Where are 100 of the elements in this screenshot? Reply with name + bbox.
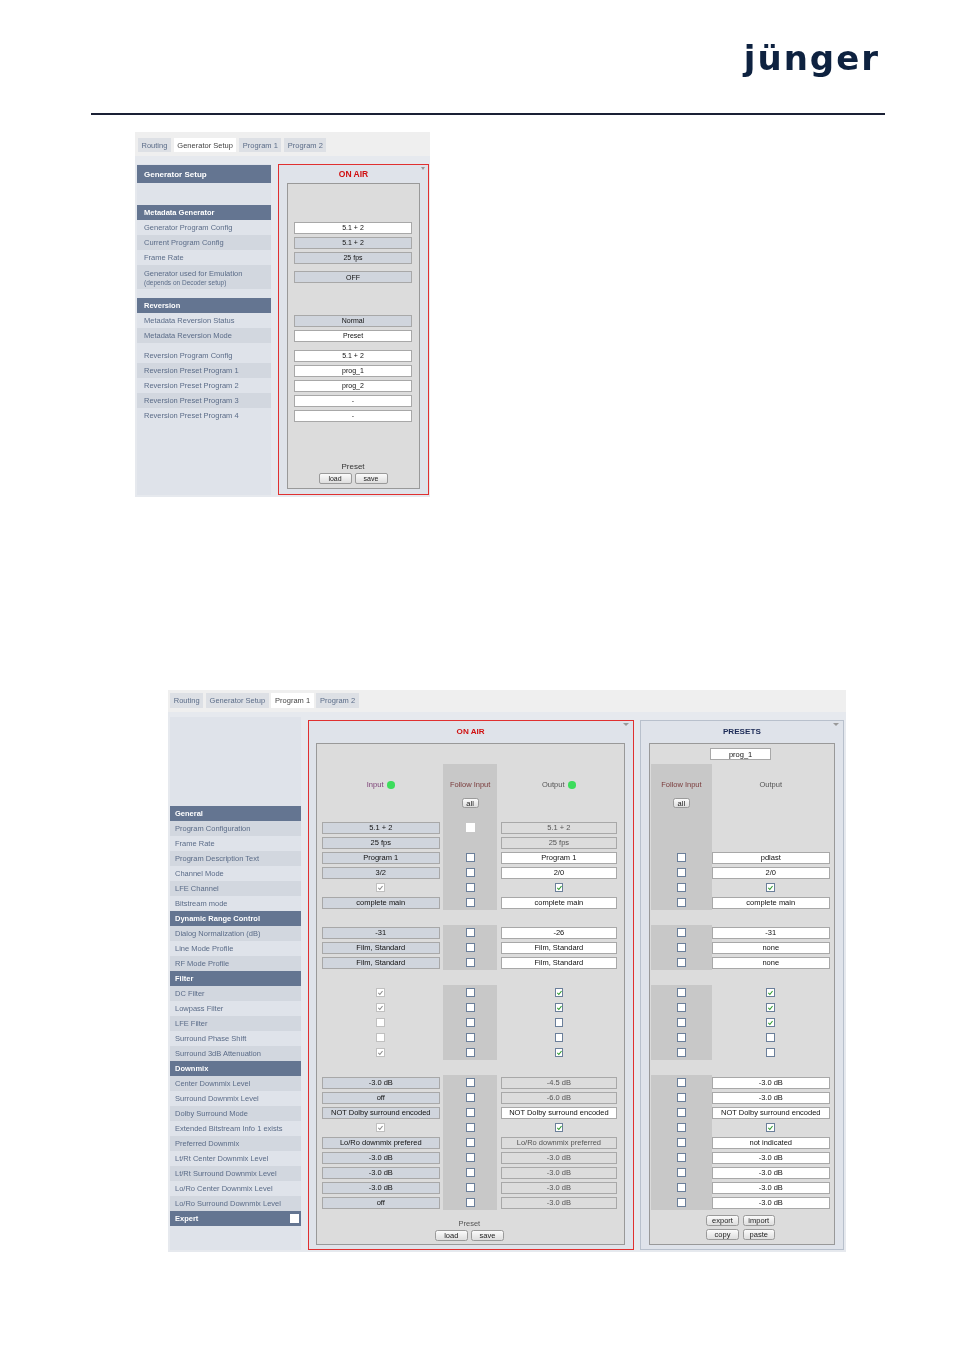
value-field[interactable]: -26: [500, 926, 617, 939]
tab[interactable]: Routing: [170, 693, 204, 709]
checkbox[interactable]: [766, 1048, 776, 1058]
value-field[interactable]: complete main: [712, 896, 830, 909]
value-field[interactable]: -3.0 dB: [712, 1091, 830, 1104]
checkbox[interactable]: [766, 1123, 776, 1133]
checkbox[interactable]: [465, 928, 475, 938]
checkbox[interactable]: [677, 988, 686, 998]
value-field[interactable]: NOT Dolby surround encoded: [712, 1106, 830, 1119]
value-field[interactable]: Lo/Ro downmix prefered: [322, 1136, 440, 1149]
value-field[interactable]: NOT Dolby surround encoded: [500, 1106, 617, 1119]
value-field[interactable]: Film, Standard: [500, 956, 617, 969]
checkbox[interactable]: [677, 1078, 686, 1088]
value-field[interactable]: 25 fps: [322, 836, 440, 849]
checkbox[interactable]: [677, 1018, 686, 1028]
preset-button[interactable]: save: [471, 1230, 504, 1242]
checkbox[interactable]: [465, 1093, 475, 1103]
checkbox[interactable]: [677, 868, 686, 878]
checkbox[interactable]: [677, 1123, 686, 1133]
preset-button[interactable]: copy: [706, 1228, 739, 1240]
checkbox[interactable]: [677, 1108, 686, 1118]
checkbox[interactable]: [465, 853, 475, 863]
checkbox[interactable]: [677, 928, 686, 938]
value-field[interactable]: 5.1 + 2: [500, 821, 617, 834]
value-field[interactable]: 2/0: [500, 866, 617, 879]
preset-button[interactable]: export: [706, 1215, 739, 1227]
checkbox[interactable]: [677, 1153, 686, 1163]
checkbox[interactable]: [465, 1078, 475, 1088]
checkbox[interactable]: [677, 943, 686, 953]
checkbox[interactable]: [465, 958, 475, 968]
value-field[interactable]: -3.0 dB: [500, 1181, 617, 1194]
value-field[interactable]: complete main: [322, 896, 440, 909]
checkbox[interactable]: [554, 883, 564, 893]
preset-button[interactable]: load: [435, 1230, 468, 1242]
value-field[interactable]: -3.0 dB: [500, 1166, 617, 1179]
tab[interactable]: Generator Setup: [205, 693, 269, 709]
value-field[interactable]: -3.0 dB: [500, 1196, 617, 1209]
checkbox[interactable]: [554, 1123, 564, 1133]
checkbox[interactable]: [465, 883, 475, 893]
checkbox[interactable]: [465, 1018, 475, 1028]
checkbox[interactable]: [766, 1033, 776, 1043]
value-field[interactable]: -3.0 dB: [322, 1151, 440, 1164]
checkbox[interactable]: [766, 883, 776, 893]
value-field[interactable]: -31: [712, 926, 830, 939]
value-field[interactable]: -3.0 dB: [500, 1151, 617, 1164]
value-field[interactable]: Film, Standard: [500, 941, 617, 954]
value-field[interactable]: -3.0 dB: [712, 1076, 830, 1089]
checkbox[interactable]: [554, 1048, 564, 1058]
value-field[interactable]: -3.0 dB: [712, 1166, 830, 1179]
checkbox[interactable]: [677, 1033, 686, 1043]
checkbox[interactable]: [677, 1093, 686, 1103]
checkbox[interactable]: [465, 1183, 475, 1193]
checkbox[interactable]: [554, 1018, 564, 1028]
value-field[interactable]: 3/2: [322, 866, 440, 879]
value-field[interactable]: Program 1: [322, 851, 440, 864]
checkbox[interactable]: [677, 1168, 686, 1178]
checkbox[interactable]: [465, 1153, 475, 1163]
checkbox[interactable]: [677, 1003, 686, 1013]
value-field[interactable]: Lo/Ro downmix preferred: [500, 1136, 617, 1149]
value-field[interactable]: pdlast: [712, 851, 830, 864]
dropdown-arrow-icon[interactable]: [623, 723, 629, 726]
preset-button[interactable]: import: [742, 1215, 775, 1227]
dropdown-arrow-icon[interactable]: [421, 167, 425, 170]
value-field[interactable]: -3.0 dB: [712, 1196, 830, 1209]
dropdown-arrow-icon[interactable]: [833, 723, 839, 726]
value-field[interactable]: 25 fps: [500, 836, 617, 849]
checkbox[interactable]: [465, 1033, 475, 1043]
checkbox[interactable]: [554, 988, 564, 998]
preset-name-field[interactable]: prog_1: [710, 747, 772, 761]
checkbox[interactable]: [677, 1138, 686, 1148]
value-field[interactable]: -6.0 dB: [500, 1091, 617, 1104]
value-field[interactable]: off: [322, 1091, 440, 1104]
checkbox[interactable]: [465, 898, 475, 908]
value-field[interactable]: Program 1: [500, 851, 617, 864]
checkbox[interactable]: [465, 1108, 475, 1118]
checkbox[interactable]: [677, 853, 686, 863]
value-field[interactable]: 2/0: [712, 866, 830, 879]
checkbox[interactable]: [677, 1198, 686, 1208]
checkbox[interactable]: [465, 1123, 475, 1133]
value-field[interactable]: -3.0 dB: [712, 1151, 830, 1164]
checkbox[interactable]: [766, 1018, 776, 1028]
checkbox[interactable]: [677, 958, 686, 968]
value-field[interactable]: off: [322, 1196, 440, 1209]
preset-button[interactable]: paste: [742, 1228, 775, 1240]
value-field[interactable]: -3.0 dB: [322, 1076, 440, 1089]
checkbox[interactable]: [766, 988, 776, 998]
checkbox[interactable]: [465, 988, 475, 998]
tab[interactable]: Program 2: [316, 693, 359, 709]
value-field[interactable]: -3.0 dB: [322, 1181, 440, 1194]
checkbox[interactable]: [465, 1168, 475, 1178]
checkbox[interactable]: [465, 1198, 475, 1208]
value-field[interactable]: -3.0 dB: [322, 1166, 440, 1179]
value-field[interactable]: 5.1 + 2: [322, 821, 440, 834]
checkbox[interactable]: [465, 868, 475, 878]
checkbox[interactable]: [677, 883, 686, 893]
value-field[interactable]: complete main: [500, 896, 617, 909]
checkbox[interactable]: [465, 1048, 475, 1058]
value-field[interactable]: none: [712, 956, 830, 969]
checkbox[interactable]: [677, 898, 686, 908]
value-field[interactable]: none: [712, 941, 830, 954]
